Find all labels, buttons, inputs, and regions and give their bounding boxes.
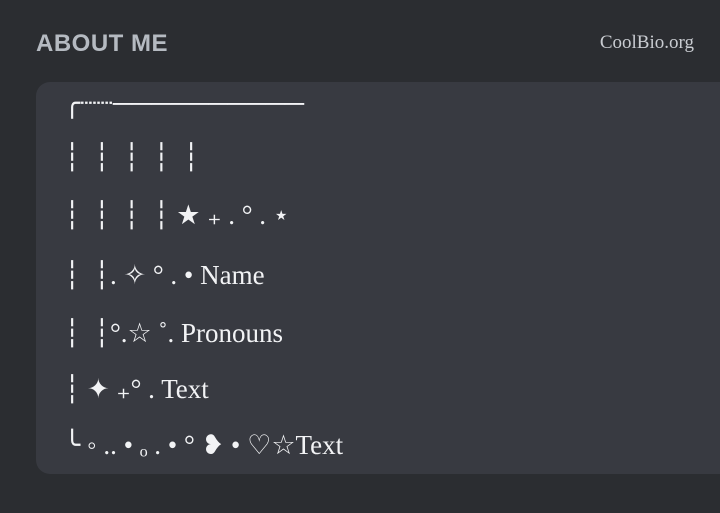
bio-line-top-border: ╭┈┈────────── [64, 88, 305, 118]
bio-line-text: ┆ ✦ ₊° . Text [64, 374, 209, 404]
bio-line-stars: ┆ ┆ ┆ ┆ ★ ₊ . ° . ⋆ [64, 200, 290, 230]
section-title: ABOUT ME [36, 30, 168, 57]
bio-line-pronouns: ┆ ┆°.☆ ˚. Pronouns [64, 318, 284, 348]
bio-line-bottom: ╰ ◦ .. • ₒ . • ° ❥ • ♡☆Text [64, 430, 344, 460]
bio-line-dashes: ┆ ┆ ┆ ┆ ┆ [64, 142, 200, 172]
bio-line-name: ┆ ┆. ✧ ° . • Name [64, 260, 265, 290]
watermark-text: CoolBio.org [599, 32, 694, 53]
